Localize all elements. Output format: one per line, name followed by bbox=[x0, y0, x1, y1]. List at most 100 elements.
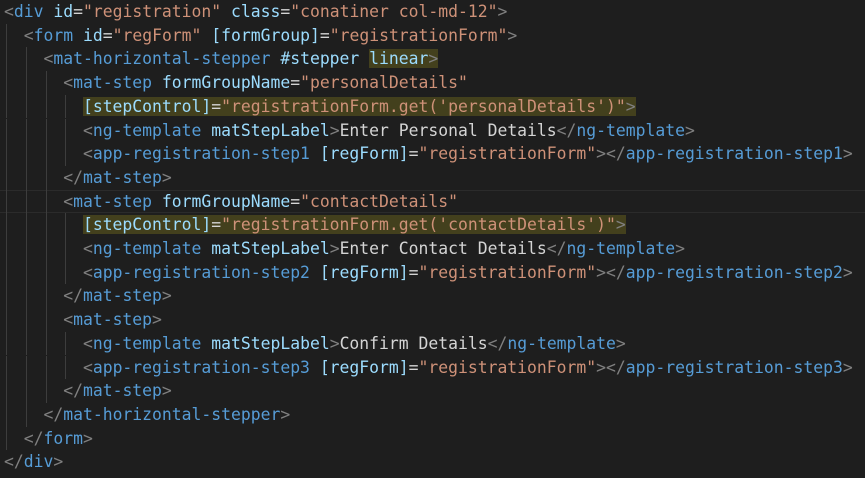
code-string: "contactDetails" bbox=[300, 191, 458, 211]
code-string: "registrationForm" bbox=[418, 357, 597, 377]
indentation bbox=[4, 215, 83, 234]
code-punctuation: > bbox=[161, 286, 172, 306]
code-punctuation: > bbox=[161, 167, 172, 187]
code-punctuation: < bbox=[82, 357, 93, 377]
code-punctuation: </ bbox=[63, 381, 83, 401]
code-string: "conatiner col-md-12" bbox=[290, 2, 498, 21]
code-punctuation: > bbox=[842, 262, 853, 282]
code-tag-name: ng-template bbox=[92, 120, 202, 140]
code-punctuation: > bbox=[329, 120, 340, 140]
code-tag-name: app-registration-step1 bbox=[92, 144, 310, 164]
code-punctuation: ></ bbox=[596, 144, 626, 164]
code-punctuation: < bbox=[43, 49, 54, 69]
code-attribute: #stepper bbox=[280, 49, 360, 69]
code-punctuation: < bbox=[63, 73, 74, 93]
code-line[interactable]: </form> bbox=[0, 426, 865, 451]
code-line[interactable]: <mat-step formGroupName="contactDetails" bbox=[0, 189, 865, 214]
code-line[interactable]: [stepControl]="registrationForm.get('per… bbox=[0, 94, 865, 119]
code-attribute: matStepLabel bbox=[211, 120, 330, 140]
code-string: "registrationForm" bbox=[329, 25, 508, 45]
code-tag-name: app-registration-step3 bbox=[92, 357, 310, 377]
indentation bbox=[4, 144, 83, 163]
code-punctuation: > bbox=[842, 144, 853, 164]
code-line[interactable]: </mat-step> bbox=[0, 379, 865, 403]
code-line[interactable]: [stepControl]="registrationForm.get('con… bbox=[0, 213, 865, 237]
code-punctuation: < bbox=[4, 2, 14, 21]
code-punctuation: > bbox=[615, 333, 626, 353]
code-line[interactable]: <app-registration-step2 [regForm]="regis… bbox=[0, 260, 865, 285]
code-line[interactable]: <app-registration-step1 [regForm]="regis… bbox=[0, 142, 865, 166]
code-line[interactable]: </mat-horizontal-stepper> bbox=[0, 402, 865, 427]
code-attribute: formGroupName bbox=[161, 191, 291, 211]
code-line[interactable]: </mat-step> bbox=[0, 284, 865, 309]
code-punctuation: > bbox=[152, 310, 162, 330]
code-line[interactable]: <app-registration-step3 [regForm]="regis… bbox=[0, 355, 865, 380]
code-line[interactable]: </mat-step> bbox=[0, 165, 865, 190]
indentation bbox=[4, 381, 63, 400]
code-punctuation: > bbox=[329, 239, 340, 258]
code-tag-name: ng-template bbox=[92, 333, 202, 353]
code-tag-name: mat-step bbox=[82, 167, 162, 187]
code-equals: = bbox=[408, 357, 419, 377]
code-attribute: [stepControl] bbox=[82, 215, 212, 235]
code-line[interactable]: <form id="regForm" [formGroup]="registra… bbox=[0, 23, 865, 48]
code-punctuation: > bbox=[428, 49, 439, 69]
code-tag-name: ng-template bbox=[566, 239, 676, 258]
code-attribute: formGroupName bbox=[161, 73, 291, 93]
code-attribute: matStepLabel bbox=[211, 333, 330, 353]
indentation bbox=[4, 310, 63, 329]
code-attribute: matStepLabel bbox=[211, 239, 330, 258]
code-tag-name: mat-horizontal-stepper bbox=[53, 49, 271, 69]
code-punctuation: </ bbox=[487, 333, 508, 353]
indentation bbox=[4, 49, 43, 68]
indentation bbox=[4, 429, 24, 448]
code-punctuation: > bbox=[329, 333, 340, 353]
code-punctuation: ></ bbox=[596, 262, 626, 282]
code-punctuation: ></ bbox=[596, 357, 626, 377]
code-attribute: [regForm] bbox=[319, 357, 409, 377]
code-tag-name: ng-template bbox=[92, 239, 202, 258]
code-equals: = bbox=[290, 73, 301, 93]
code-line[interactable]: <ng-template matStepLabel>Confirm Detail… bbox=[0, 331, 865, 356]
code-attribute: [formGroup] bbox=[211, 25, 320, 45]
code-editor[interactable]: <div id="registration" class="conatiner … bbox=[0, 0, 865, 478]
code-line[interactable]: <mat-step formGroupName="personalDetails… bbox=[0, 71, 865, 95]
code-punctuation: </ bbox=[546, 239, 567, 258]
code-line[interactable]: </div> bbox=[0, 450, 865, 474]
code-tag-name: div bbox=[23, 452, 54, 472]
code-line[interactable]: <mat-horizontal-stepper #stepper linear> bbox=[0, 47, 865, 72]
code-equals: = bbox=[290, 191, 301, 211]
code-line[interactable]: <ng-template matStepLabel>Enter Personal… bbox=[0, 118, 865, 143]
code-punctuation: </ bbox=[63, 167, 83, 187]
code-tag-name: app-registration-step2 bbox=[625, 262, 843, 282]
code-attribute: id bbox=[53, 2, 74, 21]
code-punctuation: </ bbox=[556, 120, 577, 140]
code-punctuation: < bbox=[82, 333, 93, 353]
code-text: Enter Contact Details bbox=[339, 239, 547, 258]
code-punctuation: </ bbox=[4, 452, 24, 472]
code-line[interactable]: <mat-step> bbox=[0, 308, 865, 332]
code-punctuation: > bbox=[675, 239, 685, 258]
code-text: Confirm Details bbox=[339, 333, 488, 353]
code-punctuation: < bbox=[23, 25, 34, 45]
code-attribute: [regForm] bbox=[319, 144, 409, 164]
code-attribute: [regForm] bbox=[319, 262, 409, 282]
code-string: "registrationForm" bbox=[418, 144, 597, 164]
code-punctuation: > bbox=[497, 2, 508, 21]
code-punctuation: > bbox=[842, 357, 853, 377]
code-line[interactable]: <ng-template matStepLabel>Enter Contact … bbox=[0, 237, 865, 261]
code-string: "regForm" bbox=[112, 25, 202, 45]
code-punctuation: </ bbox=[23, 428, 44, 448]
code-punctuation: > bbox=[625, 96, 636, 116]
code-punctuation: > bbox=[280, 404, 291, 424]
indentation bbox=[4, 192, 63, 211]
indentation bbox=[4, 239, 83, 258]
code-line[interactable]: <div id="registration" class="conatiner … bbox=[0, 0, 865, 24]
indentation bbox=[4, 286, 63, 305]
